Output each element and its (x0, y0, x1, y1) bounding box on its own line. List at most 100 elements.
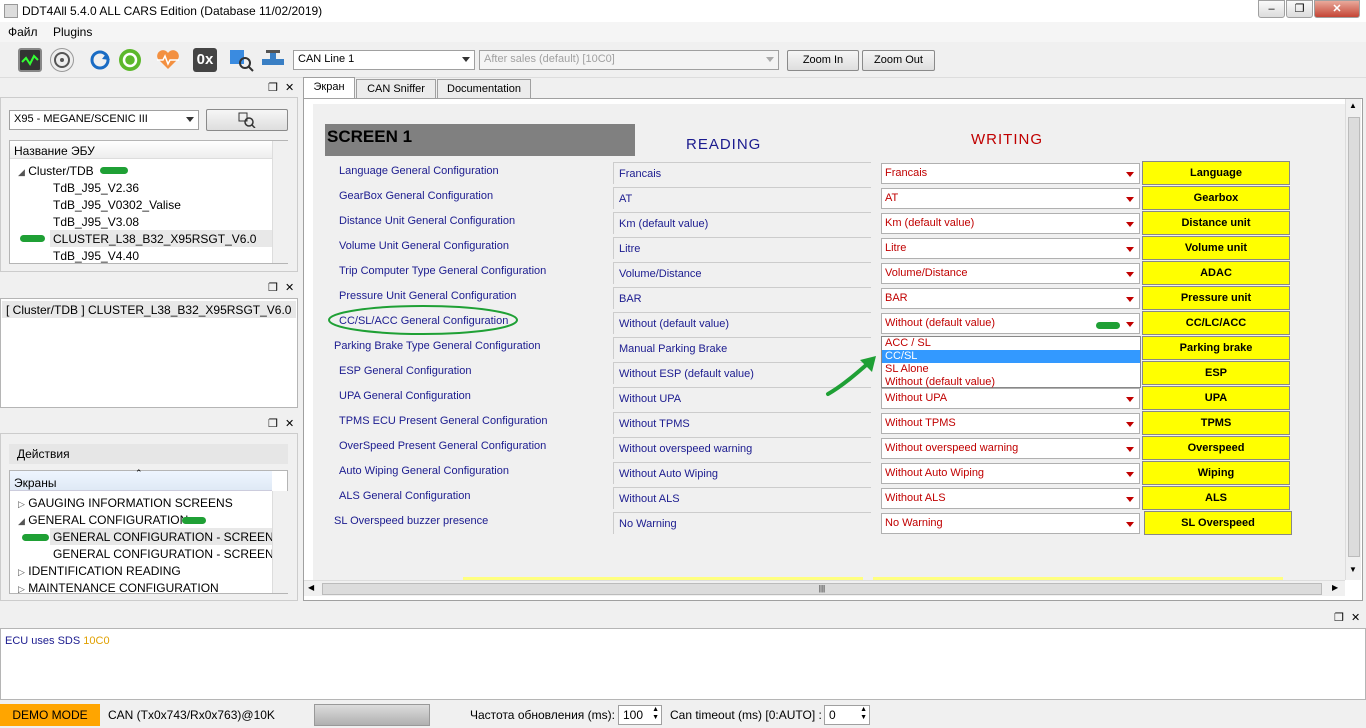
write-button[interactable]: ADAC (1142, 261, 1290, 285)
can-timeout-value: 0 (829, 708, 836, 722)
ecu-scan-icon[interactable] (228, 48, 254, 72)
close-icon[interactable]: ✕ (1351, 611, 1360, 624)
scroll-thumb[interactable] (1348, 117, 1360, 557)
vehicle-select[interactable]: X95 - MEGANE/SCENIC III (9, 110, 199, 130)
screen-vertical-scrollbar[interactable]: ▲ ▼ (1345, 99, 1361, 580)
tree-item-screens-group[interactable]: ▷ IDENTIFICATION READING (18, 564, 181, 578)
close-icon[interactable]: ✕ (285, 81, 294, 94)
writing-select[interactable]: No Warning (881, 513, 1140, 534)
scroll-down-icon[interactable]: ▼ (1349, 565, 1357, 574)
writing-select[interactable]: Volume/Distance (881, 263, 1140, 284)
tree-item-screen[interactable]: GENERAL CONFIGURATION - SCREEN 2 (53, 547, 284, 561)
write-button[interactable]: Wiping (1142, 461, 1290, 485)
write-button[interactable]: Distance unit (1142, 211, 1290, 235)
dropdown-option[interactable]: ACC / SL (882, 337, 1140, 350)
writing-select[interactable]: Without ALS (881, 488, 1140, 509)
write-button[interactable]: UPA (1142, 386, 1290, 410)
config-label: GearBox General Configuration (339, 190, 494, 202)
scroll-right-icon[interactable]: ▶ (1332, 583, 1338, 592)
writing-select[interactable]: Without TPMS (881, 413, 1140, 434)
tree-item-ecu[interactable]: TdB_J95_V2.36 (53, 181, 139, 195)
float-icon[interactable]: ❐ (268, 417, 278, 430)
float-icon[interactable]: ❐ (268, 281, 278, 294)
refresh-rate-value: 100 (623, 708, 644, 722)
spin-arrows-icon[interactable]: ▲ ▼ (652, 706, 659, 722)
close-icon[interactable]: ✕ (285, 281, 294, 294)
screen-horizontal-scrollbar[interactable]: ◀ ||| ▶ (304, 580, 1345, 596)
actions-dock-header: ❐ ✕ (0, 415, 298, 433)
menu-plugins[interactable]: Plugins (53, 25, 92, 39)
write-button[interactable]: TPMS (1142, 411, 1290, 435)
config-label: ESP General Configuration (339, 365, 472, 377)
write-button[interactable]: ALS (1142, 486, 1290, 510)
search-ecu-button[interactable] (206, 109, 288, 131)
write-button[interactable]: ESP (1142, 361, 1290, 385)
tree-item-screens-group[interactable]: ▷ MAINTENANCE CONFIGURATION (18, 581, 219, 595)
valve-icon[interactable] (260, 48, 284, 72)
writing-select[interactable]: AT (881, 188, 1140, 209)
tree-item-ecu[interactable]: TdB_J95_V0302_Valise (53, 198, 181, 212)
ecu-tree-scrollbar[interactable] (272, 141, 288, 263)
zoom-out-button[interactable]: Zoom Out (862, 50, 935, 71)
write-button[interactable]: Parking brake (1142, 336, 1290, 360)
writing-select[interactable]: Litre (881, 238, 1140, 259)
writing-select[interactable]: Without Auto Wiping (881, 463, 1140, 484)
write-button[interactable]: Volume unit (1142, 236, 1290, 260)
tree-item-ecu[interactable]: TdB_J95_V3.08 (53, 215, 139, 229)
scroll-thumb[interactable]: ||| (322, 583, 1322, 595)
tree-item-ecu[interactable]: TdB_J95_V4.40 (53, 249, 139, 263)
reload-green-icon[interactable] (118, 48, 142, 72)
float-icon[interactable]: ❐ (1334, 611, 1344, 624)
annotation-arrow (826, 356, 876, 396)
scroll-left-icon[interactable]: ◀ (308, 583, 314, 592)
dropdown-option[interactable]: SL Alone (882, 363, 1140, 376)
heart-monitor-icon[interactable] (155, 48, 179, 72)
session-select[interactable]: After sales (default) [10C0] (479, 50, 779, 70)
menu-file[interactable]: Файл (8, 25, 38, 39)
write-button[interactable]: Gearbox (1142, 186, 1290, 210)
writing-value: BAR (885, 292, 908, 304)
refresh-icon[interactable] (88, 48, 112, 72)
dropdown-option-selected[interactable]: CC/SL (882, 350, 1140, 363)
list-item[interactable]: [ Cluster/TDB ] CLUSTER_L38_B32_X95RSGT_… (2, 301, 296, 318)
actions-header: Действия (9, 444, 288, 464)
toolbar: 0x CAN Line 1 After sales (default) [10C… (0, 42, 1366, 78)
write-button[interactable]: Overspeed (1142, 436, 1290, 460)
tree-item-cluster[interactable]: ◢ Cluster/TDB (18, 164, 94, 178)
dropdown-option[interactable]: Without (default value) (882, 376, 1140, 389)
close-icon[interactable]: ✕ (285, 417, 294, 430)
screens-tree-scrollbar[interactable] (272, 491, 288, 593)
maximize-button[interactable]: ❐ (1286, 0, 1313, 18)
cc-sl-dropdown-list[interactable]: ACC / SL CC/SL SL Alone Without (default… (881, 336, 1141, 388)
write-button[interactable]: Pressure unit (1142, 286, 1290, 310)
tab-documentation[interactable]: Documentation (437, 79, 531, 99)
write-button[interactable]: Language (1142, 161, 1290, 185)
monitor-icon[interactable] (18, 48, 42, 72)
tree-item-screens-group[interactable]: ▷ GAUGING INFORMATION SCREENS (18, 496, 233, 510)
writing-select[interactable]: Without overspeed warning (881, 438, 1140, 459)
write-button[interactable]: SL Overspeed (1144, 511, 1292, 535)
tab-screen[interactable]: Экран (303, 77, 355, 99)
close-button[interactable]: ✕ (1314, 0, 1360, 18)
can-line-select[interactable]: CAN Line 1 (293, 50, 475, 70)
zoom-in-button[interactable]: Zoom In (787, 50, 859, 71)
float-icon[interactable]: ❐ (268, 81, 278, 94)
scroll-up-icon[interactable]: ▲ (1349, 101, 1357, 110)
tab-can-sniffer[interactable]: CAN Sniffer (356, 79, 436, 99)
writing-select[interactable]: Francais (881, 163, 1140, 184)
tree-item-screens-group[interactable]: ◢ GENERAL CONFIGURATION (18, 513, 188, 527)
can-timeout-input[interactable]: 0 ▲ ▼ (824, 705, 870, 725)
spin-arrows-icon[interactable]: ▲ ▼ (860, 706, 867, 722)
refresh-rate-input[interactable]: 100 ▲ ▼ (618, 705, 662, 725)
connector-icon[interactable] (50, 48, 74, 72)
writing-value: Without ALS (885, 492, 946, 504)
minimize-button[interactable]: – (1258, 0, 1285, 18)
tree-item-ecu-selected[interactable]: CLUSTER_L38_B32_X95RSGT_V6.0 (53, 232, 256, 246)
write-button[interactable]: CC/LC/ACC (1142, 311, 1290, 335)
writing-select[interactable]: Without UPA (881, 388, 1140, 409)
writing-select[interactable]: BAR (881, 288, 1140, 309)
tree-item-screen-selected[interactable]: GENERAL CONFIGURATION - SCREEN 1 (53, 530, 284, 544)
window-title: DDT4All 5.4.0 ALL CARS Edition (Database… (22, 4, 323, 18)
writing-select[interactable]: Km (default value) (881, 213, 1140, 234)
hex-icon[interactable]: 0x (193, 48, 217, 72)
